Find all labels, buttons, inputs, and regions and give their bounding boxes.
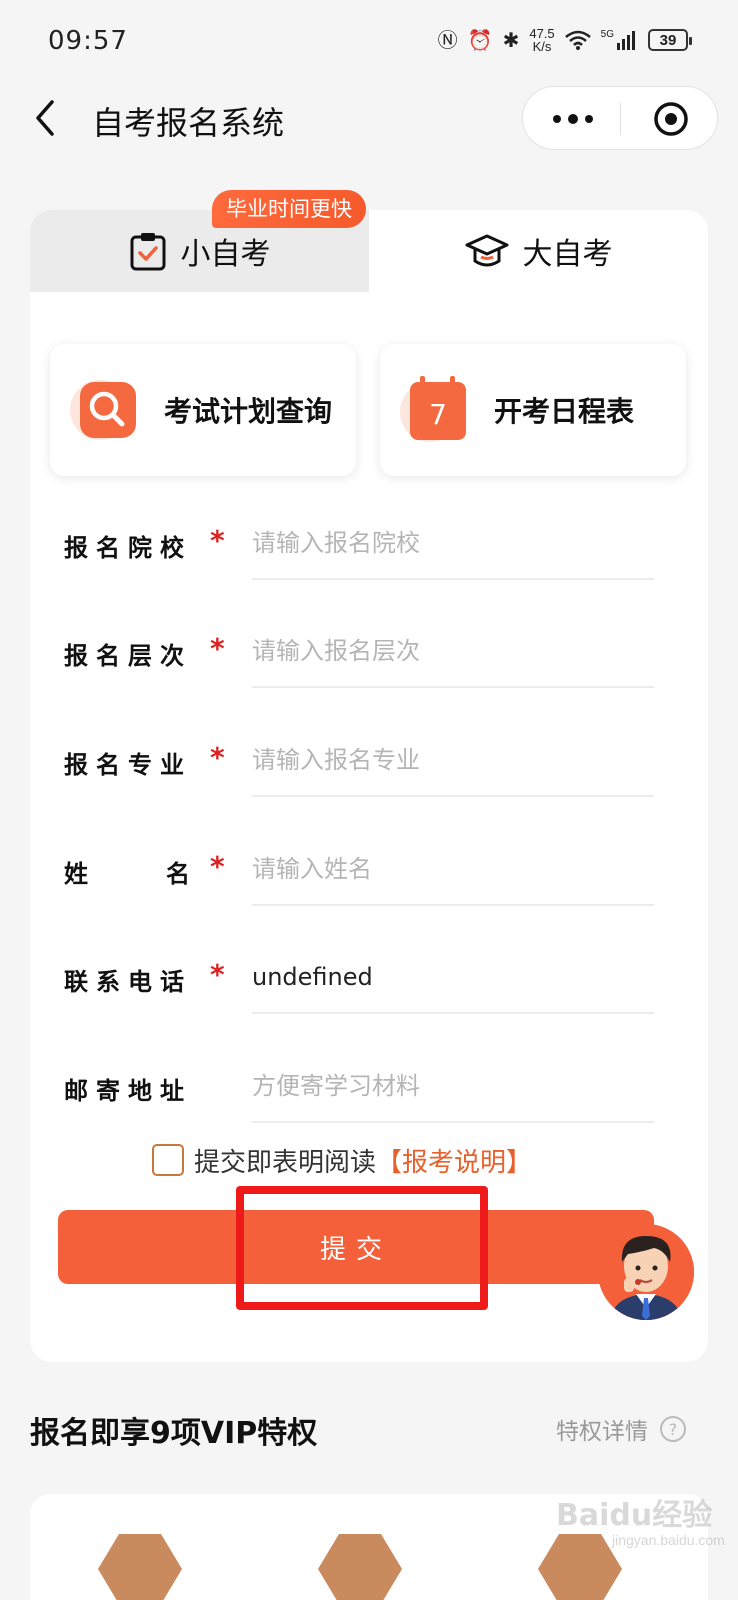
form-row-school: 报名院校 *: [30, 498, 708, 606]
major-label: 报名专业: [64, 751, 192, 779]
agreement-text: 提交即表明阅读: [194, 1147, 377, 1178]
required-mark: *: [210, 850, 225, 883]
exam-schedule-label: 开考日程表: [494, 395, 635, 428]
input-underline: [252, 686, 654, 688]
vip-detail-label: 特权详情: [556, 1419, 648, 1445]
level-input[interactable]: [252, 628, 652, 674]
tab-small-label: 小自考: [180, 237, 271, 272]
calendar-number: 7: [429, 398, 447, 431]
back-button[interactable]: [28, 96, 68, 140]
search-icon: [70, 374, 142, 446]
agreement-row: 提交即表明阅读 【报考说明】: [152, 1140, 532, 1180]
signal-icon: [617, 31, 635, 50]
network-type: 5G: [600, 28, 614, 40]
nfc-icon: Ⓝ: [437, 28, 458, 52]
status-icons: Ⓝ ⏰ ✱ 47.5 K/s 5G 39: [437, 24, 692, 56]
input-underline: [252, 904, 654, 906]
calendar-icon: 7: [400, 374, 472, 446]
status-time: 09:57: [48, 26, 128, 56]
address-input[interactable]: [252, 1063, 652, 1109]
alarm-icon: ⏰: [467, 28, 493, 52]
input-underline: [252, 795, 654, 797]
privilege-hex-icon: [318, 1534, 402, 1600]
target-close-icon: [654, 102, 688, 136]
nav-bar: 自考报名系统: [0, 82, 738, 162]
customer-service-avatar[interactable]: [598, 1224, 694, 1320]
agreement-checkbox[interactable]: [152, 1144, 184, 1176]
name-label-b: 名: [166, 860, 190, 888]
school-input[interactable]: [252, 520, 652, 566]
help-icon: ?: [660, 1416, 686, 1442]
phone-input[interactable]: [252, 954, 652, 1000]
baidu-watermark: Baidu经验: [556, 1498, 713, 1533]
exam-plan-query-button[interactable]: 考试计划查询: [50, 344, 356, 476]
input-underline: [252, 578, 654, 580]
school-label: 报名院校: [64, 534, 192, 562]
battery-level: 39: [659, 31, 677, 49]
net-speed-unit: K/s: [532, 39, 552, 54]
required-mark: *: [210, 524, 225, 557]
name-input[interactable]: [252, 846, 652, 892]
agreement-link[interactable]: 【报考说明】: [376, 1142, 532, 1179]
input-underline: [252, 1121, 654, 1123]
tab-big-exam[interactable]: 大自考: [369, 210, 708, 292]
submit-button[interactable]: 提交: [58, 1210, 654, 1284]
name-label: 姓 名: [64, 854, 190, 889]
tab-badge: 毕业时间更快: [212, 190, 366, 228]
vip-detail-link[interactable]: 特权详情 ?: [556, 1412, 686, 1446]
input-underline: [252, 1012, 654, 1014]
required-mark: *: [210, 741, 225, 774]
status-bar: 09:57 Ⓝ ⏰ ✱ 47.5 K/s 5G 39: [0, 0, 738, 82]
graduation-cap-icon: [465, 234, 508, 267]
address-label: 邮寄地址: [64, 1077, 192, 1105]
form-row-name: 姓 名 *: [30, 824, 708, 932]
tab-big-label: 大自考: [522, 237, 613, 272]
more-button[interactable]: [543, 99, 603, 139]
form-row-phone: 联系电话 *: [30, 932, 708, 1040]
close-mini-program-button[interactable]: [641, 99, 701, 139]
net-speed: 47.5 K/s: [529, 27, 554, 53]
chevron-left-icon: [36, 100, 54, 136]
exam-type-tabs: 小自考 大自考 毕业时间更快: [30, 190, 708, 292]
major-input[interactable]: [252, 737, 652, 783]
bluetooth-icon: ✱: [502, 28, 520, 52]
mini-program-capsule: [522, 86, 718, 150]
exam-schedule-button[interactable]: 7 开考日程表: [380, 344, 686, 476]
clipboard-check-icon: [130, 233, 165, 271]
required-mark: *: [210, 632, 225, 665]
battery-icon: 39: [648, 29, 692, 51]
required-mark: *: [210, 958, 225, 991]
exam-plan-query-label: 考试计划查询: [164, 395, 333, 428]
phone-label: 联系电话: [64, 968, 192, 996]
vip-section-title: 报名即享9项VIP特权: [30, 1416, 318, 1451]
form-row-major: 报名专业 *: [30, 715, 708, 823]
level-label: 报名层次: [64, 642, 192, 670]
capsule-divider: [620, 103, 621, 135]
wifi-icon: [564, 30, 591, 50]
page-title: 自考报名系统: [92, 104, 285, 142]
form-row-address: 邮寄地址: [30, 1041, 708, 1149]
privilege-hex-icon: [98, 1534, 182, 1600]
privilege-hex-icon: [538, 1534, 622, 1600]
more-dots-icon: [553, 114, 593, 124]
form-row-level: 报名层次 *: [30, 606, 708, 714]
name-label-a: 姓: [64, 860, 88, 888]
baidu-watermark-url: jingyan.baidu.com: [612, 1532, 725, 1548]
registration-card: 小自考 大自考 毕业时间更快 考试计划查询 7 开考日程表 报名院校 * 请输入…: [30, 190, 708, 1362]
